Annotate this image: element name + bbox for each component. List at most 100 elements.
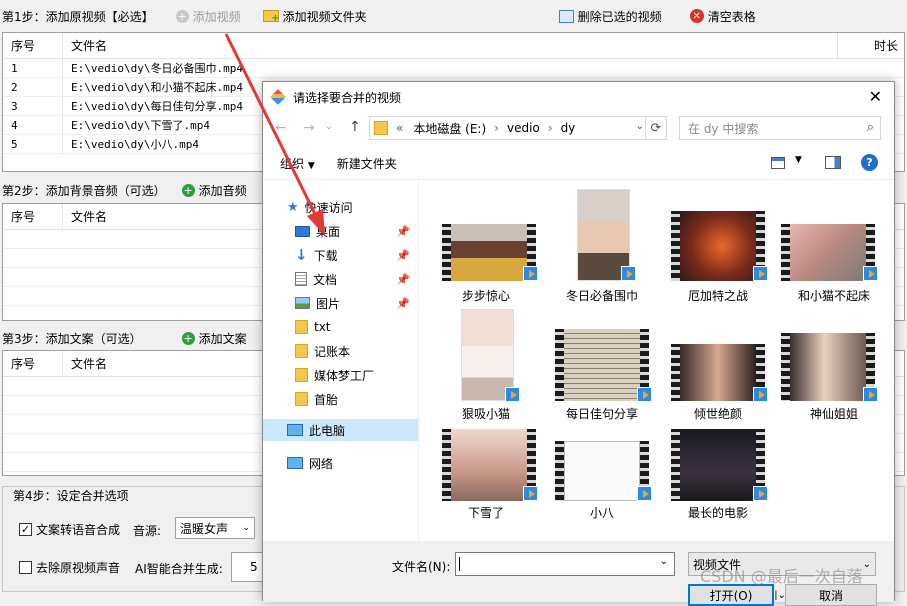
ai-merge-input[interactable]: 5: [231, 552, 265, 582]
breadcrumb-vedio[interactable]: vedio: [507, 121, 540, 135]
step4-label: 第4步：设定合并选项: [11, 487, 131, 504]
add-icon: +: [181, 331, 195, 345]
pin-icon: 📌: [396, 224, 410, 238]
view-dropdown-icon[interactable]: ▼: [795, 155, 802, 165]
help-icon[interactable]: ?: [861, 154, 878, 171]
tts-label: 文案转语音合成: [36, 523, 121, 537]
nav-folder-shoutai[interactable]: 首胎: [263, 388, 418, 410]
search-input[interactable]: 在 dy 中搜索 ⌕: [679, 116, 881, 140]
nav-downloads[interactable]: ↓ 下载 📌: [263, 244, 418, 266]
col-filename-header[interactable]: 文件名: [63, 204, 107, 229]
up-arrow-icon[interactable]: ↑: [349, 119, 361, 135]
file-name: 步步惊心: [461, 289, 510, 303]
row-index: 3: [3, 97, 63, 115]
nav-desktop[interactable]: 桌面 📌: [263, 220, 418, 242]
nav-quick-access[interactable]: ★ 快速访问: [263, 196, 418, 218]
file-item[interactable]: 厄加特之战: [663, 181, 773, 303]
view-icon[interactable]: [771, 157, 785, 169]
col-index-header[interactable]: 序号: [3, 33, 63, 58]
filename-input[interactable]: ⌄: [455, 552, 675, 576]
add-video-button[interactable]: + 添加视频: [175, 8, 241, 25]
chevron-down-icon: ⌄: [862, 558, 871, 570]
file-name: 和小猫不起床: [797, 289, 870, 303]
add-text-button[interactable]: + 添加文案: [181, 330, 247, 347]
close-icon[interactable]: ✕: [869, 87, 882, 106]
file-item[interactable]: 神仙姐姐: [779, 303, 889, 421]
organize-button[interactable]: 组织 ▼: [280, 155, 315, 172]
address-row: ← → ⌄ ↑ « 本地磁盘 (E:) › vedio › dy ⌄ ⟳ 在 d…: [263, 116, 894, 142]
step1-toolbar: 第1步：添加原视频【必选】 + 添加视频 + 添加视频文件夹 删除已选的视频 ✕…: [0, 2, 907, 30]
file-item[interactable]: 冬日必备围巾: [547, 181, 657, 303]
history-chevron-icon[interactable]: ⌄: [325, 122, 333, 132]
nav-folder-txt[interactable]: txt: [263, 316, 418, 338]
preview-pane-icon[interactable]: [825, 156, 841, 169]
delete-video-icon: [558, 9, 574, 23]
chevron-right-icon: ›: [494, 121, 499, 135]
file-item[interactable]: 下雪了: [431, 421, 541, 539]
forward-arrow-icon[interactable]: →: [303, 120, 315, 136]
breadcrumb-dy[interactable]: dy: [561, 121, 576, 135]
add-icon: +: [175, 9, 189, 23]
add-video-label: 添加视频: [192, 9, 241, 24]
file-item[interactable]: 和小猫不起床: [779, 181, 889, 303]
clear-table-button[interactable]: ✕ 清空表格: [689, 8, 756, 25]
file-item[interactable]: 每日佳句分享: [547, 303, 657, 421]
chevron-down-icon[interactable]: ⌄: [636, 121, 644, 132]
col-index-header[interactable]: 序号: [3, 204, 63, 229]
step1-label: 第1步：添加原视频【必选】: [2, 9, 154, 24]
file-item[interactable]: 步步惊心: [431, 181, 541, 303]
chevron-down-icon[interactable]: ⌄: [660, 556, 668, 567]
file-item[interactable]: 小八: [547, 421, 657, 539]
command-bar: 组织 ▼ 新建文件夹 ▼ ?: [263, 148, 894, 180]
clear-table-label: 清空表格: [707, 9, 756, 24]
file-name: 倾世绝颜: [693, 407, 742, 421]
ai-merge-label: AI智能合并生成:: [135, 562, 223, 576]
add-icon: +: [181, 183, 195, 197]
nav-this-pc[interactable]: 此电脑: [263, 419, 418, 441]
breadcrumb[interactable]: « 本地磁盘 (E:) › vedio › dy ⌄: [369, 116, 667, 140]
col-duration-header[interactable]: 时长: [838, 33, 898, 58]
file-grid: 步步惊心 冬日必备围巾 厄加特之战 和小猫不起床 狠吸小猫 每日佳句分享 倾世绝…: [421, 181, 894, 541]
file-name: 厄加特之战: [687, 289, 748, 303]
back-arrow-icon[interactable]: ←: [275, 120, 287, 136]
tts-checkbox[interactable]: ✓ 文案转语音合成: [19, 521, 120, 538]
nav-label: 记账本: [314, 344, 351, 359]
nav-network[interactable]: 网络: [263, 452, 418, 474]
clear-icon: ✕: [689, 9, 704, 23]
add-folder-button[interactable]: + 添加视频文件夹: [262, 8, 367, 25]
folder-icon: [295, 392, 308, 406]
col-filename-header[interactable]: 文件名: [63, 351, 107, 376]
nav-pictures[interactable]: 图片 📌: [263, 292, 418, 314]
row-index: 2: [3, 78, 63, 96]
refresh-icon[interactable]: ⟳: [645, 116, 667, 140]
nav-folder-media[interactable]: 媒体梦工厂: [263, 364, 418, 386]
download-icon: ↓: [295, 246, 308, 264]
file-item[interactable]: 狠吸小猫: [431, 303, 541, 421]
file-item[interactable]: 最长的电影: [663, 421, 773, 539]
file-open-dialog: 请选择要合并的视频 ✕ ← → ⌄ ↑ « 本地磁盘 (E:) › vedio …: [262, 81, 895, 606]
breadcrumb-drive[interactable]: 本地磁盘 (E:): [413, 120, 486, 137]
ai-merge-value: 5: [250, 560, 258, 574]
folder-icon: [295, 368, 308, 382]
nav-documents[interactable]: 文档 📌: [263, 268, 418, 290]
col-index-header[interactable]: 序号: [3, 351, 63, 376]
cancel-button[interactable]: 取消: [785, 584, 877, 606]
remove-audio-checkbox[interactable]: 去除原视频声音: [19, 559, 120, 576]
watermark: CSDN @最后一次自落: [700, 567, 863, 586]
voice-select[interactable]: 温暖女声 ⌄: [175, 517, 255, 539]
document-icon: [295, 272, 307, 286]
delete-selected-button[interactable]: 删除已选的视频: [558, 8, 662, 25]
play-icon: [505, 387, 520, 402]
voice-label: 音源:: [133, 524, 162, 538]
file-item[interactable]: 倾世绝颜: [663, 303, 773, 421]
chevron-right-icon: ›: [547, 121, 553, 135]
open-button[interactable]: 打开(O) |⌄: [688, 584, 786, 606]
table-row[interactable]: 1 E:\vedio\dy\冬日必备围巾.mp4: [3, 59, 904, 78]
nav-folder-jizhangben[interactable]: 记账本: [263, 340, 418, 362]
new-folder-button[interactable]: 新建文件夹: [337, 155, 397, 172]
breadcrumb-overflow[interactable]: «: [396, 121, 403, 135]
file-name: 冬日必备围巾: [565, 289, 638, 303]
remove-audio-label: 去除原视频声音: [36, 561, 121, 575]
col-filename-header[interactable]: 文件名: [63, 33, 838, 58]
add-audio-button[interactable]: + 添加音频: [181, 182, 247, 199]
